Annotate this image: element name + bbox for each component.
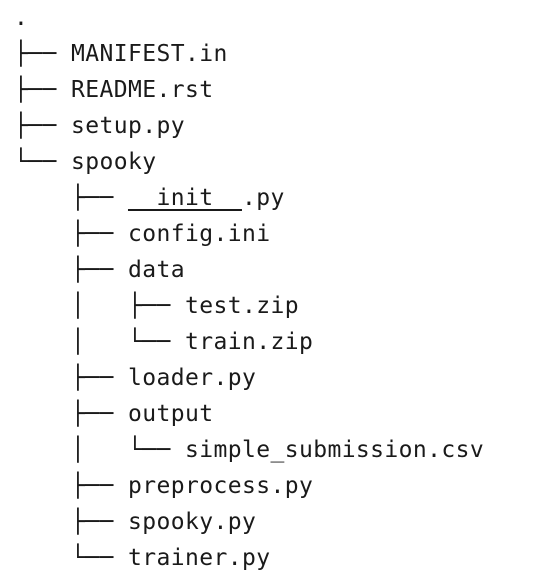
tree-line-manifest: ├── MANIFEST.in — [14, 36, 484, 72]
tree-line-setup: ├── setup.py — [14, 108, 484, 144]
tree-branch: ├── — [14, 401, 128, 427]
tree-line-preprocess: ├── preprocess.py — [14, 468, 484, 504]
file-name: loader.py — [127, 365, 257, 391]
tree-branch: └── — [14, 545, 128, 571]
tree-branch: ├── — [14, 113, 71, 139]
tree-branch: └── — [14, 149, 71, 175]
directory-tree: . ├── MANIFEST.in ├── README.rst ├── set… — [14, 0, 484, 576]
tree-branch: ├── — [14, 221, 128, 247]
tree-line-train-zip: │ └── train.zip — [14, 324, 484, 360]
file-name: setup.py — [71, 113, 185, 139]
tree-branch: │ ├── — [14, 293, 185, 319]
tree-line-readme: ├── README.rst — [14, 72, 484, 108]
tree-line-simple-submission: │ └── simple_submission.csv — [14, 432, 484, 468]
tree-branch: ├── — [14, 41, 71, 67]
tree-line-spooky-dir: └── spooky — [14, 144, 484, 180]
tree-branch: ├── — [14, 365, 128, 391]
tree-root-label: . — [14, 5, 29, 31]
file-name-underlined: __init__ — [127, 185, 242, 211]
file-name: README.rst — [71, 77, 214, 103]
tree-line-init: ├── __init__.py — [14, 180, 484, 216]
tree-branch: ├── — [14, 509, 128, 535]
tree-line-trainer: └── trainer.py — [14, 540, 484, 576]
file-name: MANIFEST.in — [71, 41, 228, 67]
folder-name: spooky — [71, 149, 157, 175]
tree-line-output-dir: ├── output — [14, 396, 484, 432]
tree-line-spooky-py: ├── spooky.py — [14, 504, 484, 540]
file-name: trainer.py — [127, 545, 271, 571]
file-name: test.zip — [184, 293, 299, 319]
tree-branch: ├── — [14, 473, 128, 499]
file-extension: .py — [241, 185, 285, 211]
tree-branch: ├── — [14, 257, 128, 283]
file-name: preprocess.py — [127, 473, 314, 499]
tree-root: . — [14, 0, 484, 36]
file-name: spooky.py — [127, 509, 257, 535]
folder-name: data — [127, 257, 185, 283]
tree-line-test-zip: │ ├── test.zip — [14, 288, 484, 324]
tree-branch: ├── — [14, 77, 71, 103]
file-name: simple_submission.csv — [184, 437, 485, 463]
tree-branch: │ └── — [14, 329, 185, 355]
tree-branch: │ └── — [14, 437, 185, 463]
folder-name: output — [127, 401, 214, 427]
tree-line-loader: ├── loader.py — [14, 360, 484, 396]
file-name: train.zip — [184, 329, 314, 355]
tree-branch: ├── — [14, 185, 128, 211]
tree-line-data-dir: ├── data — [14, 252, 484, 288]
tree-line-config: ├── config.ini — [14, 216, 484, 252]
file-name: config.ini — [127, 221, 271, 247]
